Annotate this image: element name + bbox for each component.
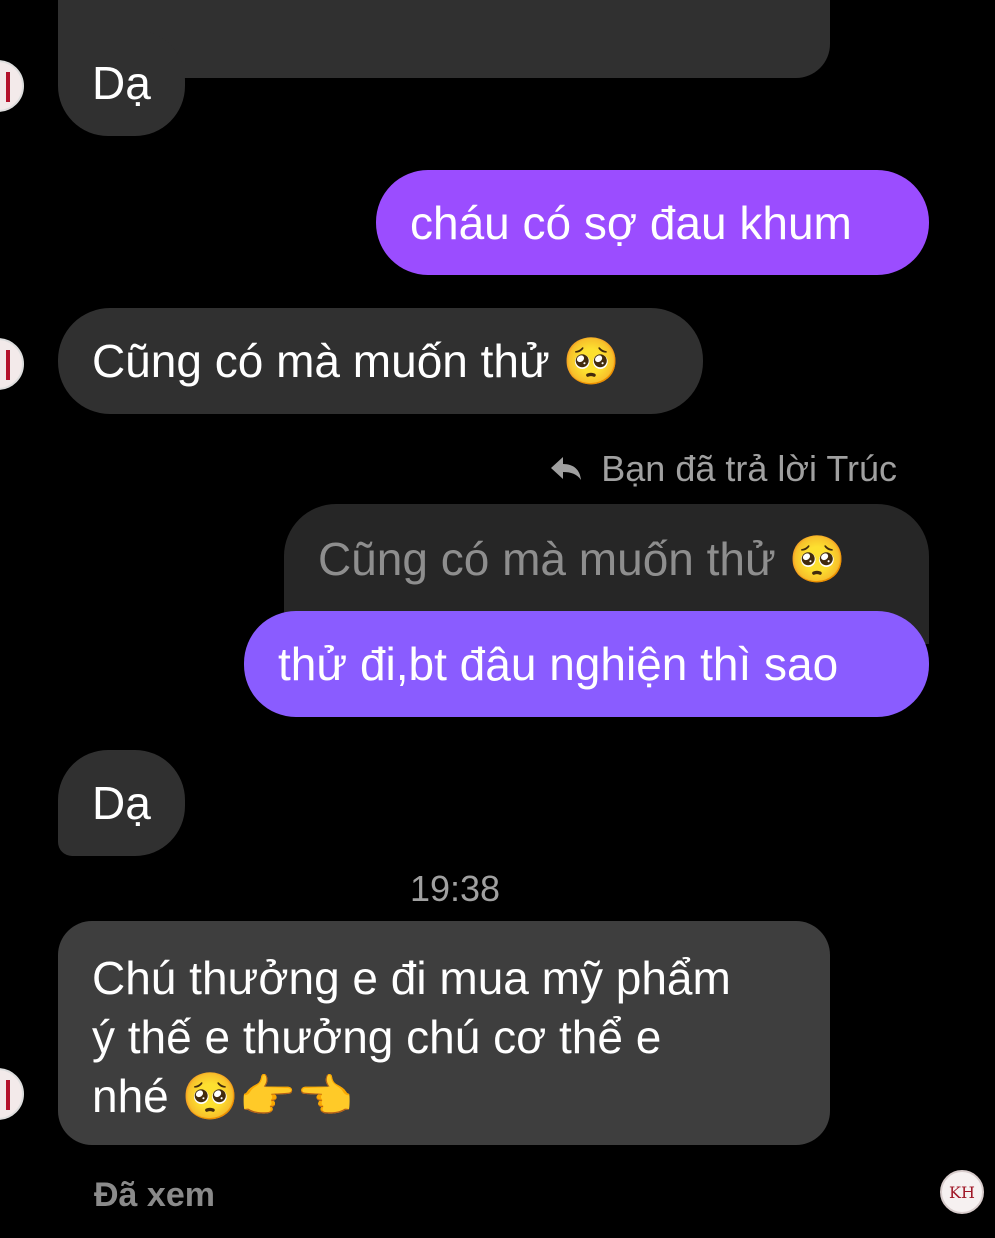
- sender-avatar[interactable]: [0, 1068, 24, 1120]
- message-line: ý thế e thưởng chú cơ thể e: [92, 1011, 662, 1063]
- message-text: Cũng có mà muốn thử: [92, 335, 550, 387]
- message-bubble-incoming[interactable]: Dạ: [58, 30, 185, 136]
- reply-header: Bạn đã trả lời Trúc: [549, 448, 897, 492]
- message-text: cháu có sợ đau khum: [410, 197, 852, 249]
- pleading-face-emoji: 🥺: [788, 532, 846, 586]
- message-text: Dạ: [92, 777, 151, 829]
- pleading-face-emoji: 🥺: [562, 334, 620, 388]
- message-line: Chú thưởng e đi mua mỹ phẩm: [92, 952, 731, 1004]
- message-text: Dạ: [92, 57, 151, 109]
- message-bubble-incoming[interactable]: Dạ: [58, 750, 185, 856]
- timestamp: 19:38: [409, 868, 501, 909]
- sender-avatar[interactable]: [0, 338, 24, 390]
- seen-status: Đã xem: [94, 1176, 215, 1214]
- message-bubble-incoming[interactable]: Chú thưởng e đi mua mỹ phẩm ý thế e thưở…: [58, 921, 830, 1145]
- quoted-text: Cũng có mà muốn thử: [318, 533, 776, 585]
- message-line: nhé: [92, 1070, 169, 1122]
- seen-avatar[interactable]: KH: [940, 1170, 984, 1214]
- seen-avatar-initials: KH: [949, 1183, 975, 1202]
- message-bubble-outgoing[interactable]: thử đi,bt đâu nghiện thì sao: [244, 611, 929, 717]
- reply-header-text: Bạn đã trả lời Trúc: [601, 448, 897, 489]
- message-bubble-incoming[interactable]: Cũng có mà muốn thử 🥺: [58, 308, 703, 414]
- reply-arrow-icon: [549, 450, 583, 492]
- message-bubble-outgoing[interactable]: cháu có sợ đau khum: [376, 170, 929, 275]
- sender-avatar[interactable]: [0, 60, 24, 112]
- pleading-pointing-emoji: 🥺👉👈: [181, 1069, 354, 1123]
- message-text: thử đi,bt đâu nghiện thì sao: [278, 638, 839, 690]
